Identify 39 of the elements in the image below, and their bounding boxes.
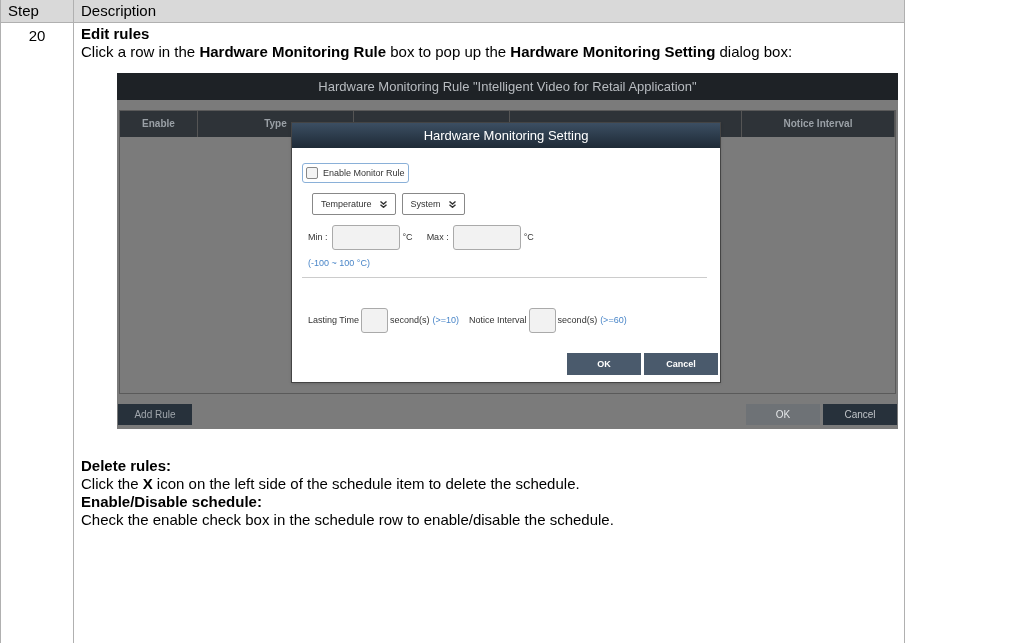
dialog-button[interactable]: OK bbox=[567, 353, 641, 375]
checkbox[interactable] bbox=[306, 167, 318, 179]
step-instruction: Click a row in the Hardware Monitoring Rule box to pop up the Hardware Monitoring Setting dialog box: bbox=[81, 43, 794, 61]
notice-interval-input[interactable] bbox=[528, 308, 556, 333]
dialog-button[interactable]: Cancel bbox=[644, 353, 718, 375]
step-number: 20 bbox=[1, 23, 74, 643]
unit-label: °C bbox=[402, 232, 413, 243]
unit-label: second(s) bbox=[557, 315, 598, 326]
unit-label: second(s) bbox=[390, 315, 430, 326]
checkbox-label: Enable Monitor Rule bbox=[323, 167, 405, 179]
window-title: Hardware Monitoring Rule "Intelligent Video for Retail Application" bbox=[117, 73, 898, 100]
notice-interval-label: Notice Interval bbox=[469, 315, 527, 326]
lasting-time-input[interactable] bbox=[361, 308, 389, 333]
add-rule-button[interactable]: Add Rule bbox=[118, 404, 192, 425]
min-input[interactable] bbox=[331, 225, 400, 250]
column-header: Description bbox=[80, 0, 158, 21]
max-label: Max : bbox=[426, 232, 449, 243]
double-chevron-icon bbox=[379, 200, 387, 208]
unit-label: °C bbox=[523, 232, 534, 243]
checkbox-field[interactable]: Enable Monitor Rule bbox=[302, 163, 409, 183]
dropdown[interactable]: System bbox=[401, 193, 465, 215]
min-label: Min : bbox=[308, 232, 328, 243]
instruction-text: Check the enable check box in the schedule row to enable/disable the schedule. bbox=[81, 511, 615, 529]
column-header: Enable bbox=[120, 111, 198, 137]
step-heading: Edit rules bbox=[81, 25, 151, 43]
dropdown[interactable]: Temperature bbox=[312, 193, 396, 215]
double-chevron-icon bbox=[448, 200, 456, 208]
instruction-text: Click the X icon on the left side of the schedule item to delete the schedule. bbox=[81, 475, 581, 493]
section-heading: Delete rules: bbox=[81, 457, 173, 475]
lasting-time-label: Lasting Time bbox=[308, 315, 360, 326]
value-hint: (>=60) bbox=[600, 315, 627, 326]
section-heading: Enable/Disable schedule: bbox=[81, 493, 263, 511]
dialog-title: Hardware Monitoring Setting bbox=[292, 123, 720, 148]
value-hint: (>=10) bbox=[432, 315, 460, 326]
max-input[interactable] bbox=[452, 225, 521, 250]
column-header: Step bbox=[1, 0, 74, 22]
footer-button[interactable]: Cancel bbox=[823, 404, 897, 425]
column-header: Notice Interval bbox=[742, 111, 895, 137]
range-hint: (-100 ~ 100 °C) bbox=[308, 258, 370, 269]
